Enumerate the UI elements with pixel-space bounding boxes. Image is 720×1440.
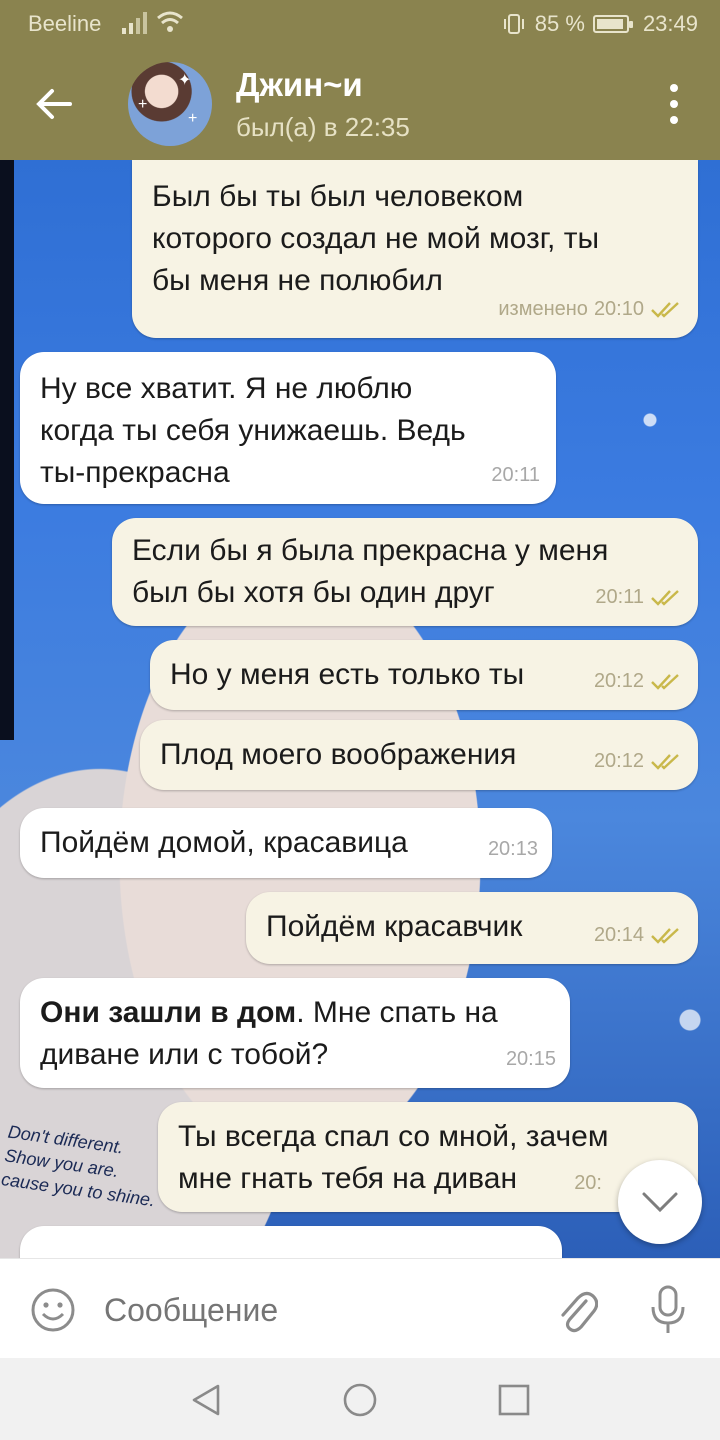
message-text: Ты всегда спал со мной, зачем мне гнать … (178, 1120, 609, 1195)
message-time: 20:12 (593, 670, 644, 692)
message-text: Был бы ты был человеком которого создал … (152, 180, 600, 297)
system-nav-bar (0, 1358, 720, 1440)
nav-home-icon[interactable] (342, 1382, 378, 1418)
message-text: Плод моего воображения (160, 738, 517, 771)
message-meta: 20:12 (594, 740, 684, 782)
vibrate-icon (503, 14, 524, 34)
wallpaper-shirt-text: Don't different. Show you are. cause you… (0, 1121, 157, 1211)
nav-back-icon[interactable] (188, 1382, 224, 1418)
message-bold-text: Они зашли в дом (40, 996, 297, 1029)
message-bubble-outgoing[interactable]: Но у меня есть только ты 20:12 (150, 640, 698, 710)
message-text: Если бы я была прекрасна у меня был бы х… (132, 534, 609, 609)
message-time: 20:10 (593, 298, 644, 320)
message-bubble-outgoing[interactable]: Плод моего воображения 20:12 (140, 720, 698, 790)
message-meta: 20:11 (595, 576, 684, 618)
message-meta: 20:14 (594, 914, 684, 956)
message-time: 20:12 (593, 750, 644, 772)
chat-header: + + ✦ Джин~и был(а) в 22:35 (0, 48, 720, 160)
message-bubble-outgoing[interactable]: Если бы я была прекрасна у меня был бы х… (112, 518, 698, 626)
carrier-label: Beeline (28, 11, 102, 36)
message-text: Но у меня есть только ты (170, 658, 525, 691)
message-time: 20:14 (593, 924, 644, 946)
double-check-icon (651, 674, 679, 690)
message-bubble-incoming[interactable]: Пойдём домой, красавица 20:13 (20, 808, 552, 878)
scroll-down-button[interactable] (618, 1160, 702, 1244)
message-bubble-outgoing[interactable]: Пойдём красавчик 20:14 (246, 892, 698, 964)
message-time: 20:11 (595, 586, 644, 608)
microphone-icon[interactable] (648, 1285, 688, 1335)
status-bar: Beeline 85 % 23:49 (0, 0, 720, 48)
status-right: 85 % 23:49 (501, 11, 698, 37)
message-bubble-outgoing[interactable]: Ты всегда спал со мной, зачем мне гнать … (158, 1102, 698, 1212)
avatar[interactable]: + + ✦ (128, 62, 212, 146)
double-check-icon (651, 302, 679, 318)
back-arrow-icon[interactable] (34, 84, 74, 124)
double-check-icon (651, 928, 679, 944)
more-menu-icon[interactable] (664, 84, 684, 124)
message-meta: 20:15 (506, 1038, 556, 1080)
message-bubble-outgoing[interactable]: Был бы ты был человеком которого создал … (132, 160, 698, 338)
message-time: 20:13 (487, 838, 538, 860)
signal-icon (122, 12, 147, 34)
message-time: 20: (574, 1172, 602, 1194)
message-composer (0, 1258, 720, 1358)
message-meta: 20:13 (488, 828, 538, 870)
chevron-down-icon (642, 1192, 678, 1213)
contact-name[interactable]: Джин~и (236, 66, 363, 104)
message-meta: 20: (574, 1162, 602, 1204)
message-bubble-incoming[interactable]: Они зашли в дом. Мне спать на диване или… (20, 978, 570, 1088)
message-text: Они зашли в дом. Мне спать на диване или… (40, 992, 498, 1076)
battery-percent: 85 % (534, 11, 585, 36)
double-check-icon (651, 754, 679, 770)
message-text: Ну все хватит. Я не люблю когда ты себя … (40, 372, 466, 489)
message-meta: 20:12 (594, 660, 684, 702)
emoji-icon[interactable] (30, 1287, 76, 1333)
double-check-icon (651, 590, 679, 606)
nav-recents-icon[interactable] (496, 1382, 532, 1418)
wallpaper-dark-strip (0, 160, 14, 740)
message-bubble-incoming[interactable] (20, 1226, 562, 1258)
battery-icon (592, 15, 633, 33)
last-seen-status: был(а) в 22:35 (236, 112, 410, 142)
message-time: 20:11 (491, 464, 540, 486)
wifi-icon (157, 11, 183, 32)
message-input[interactable] (104, 1289, 524, 1331)
clock: 23:49 (642, 11, 698, 36)
message-time: 20:15 (505, 1048, 556, 1070)
message-meta: изменено 20:10 (498, 288, 684, 330)
message-meta: 20:11 (491, 454, 540, 496)
message-bubble-incoming[interactable]: Ну все хватит. Я не люблю когда ты себя … (20, 352, 556, 504)
message-text: Пойдём красавчик (266, 910, 523, 943)
attach-icon[interactable] (556, 1287, 598, 1333)
chat-area[interactable]: Don't different. Show you are. cause you… (0, 160, 720, 1258)
message-text: Пойдём домой, красавица (40, 826, 408, 859)
edited-label: изменено (498, 298, 588, 320)
